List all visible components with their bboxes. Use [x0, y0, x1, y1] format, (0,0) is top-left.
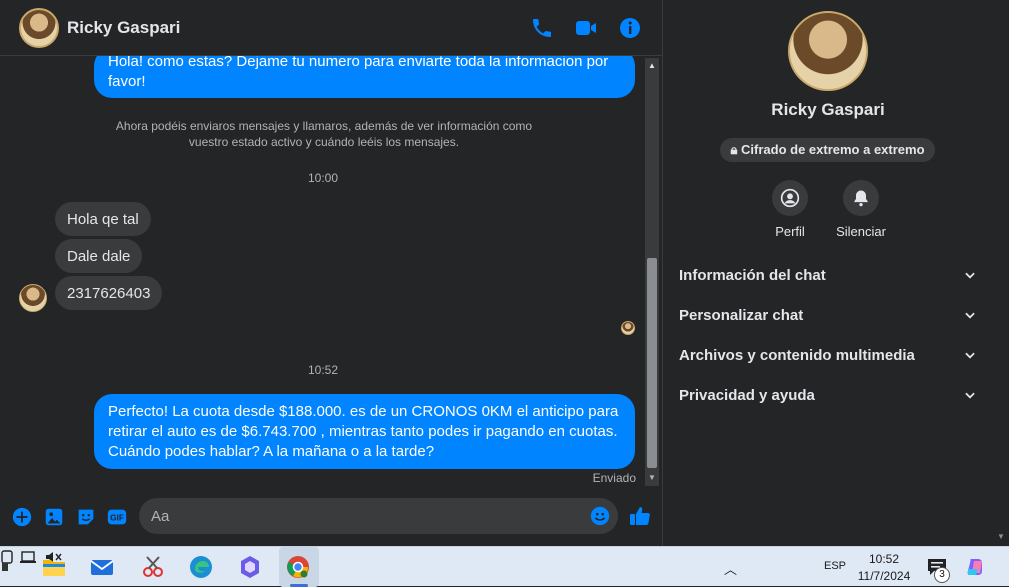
notification-count-badge: 3 — [934, 567, 950, 583]
scroll-down-arrow-icon[interactable]: ▼ — [993, 530, 1009, 544]
chevron-up-icon[interactable]: ︿ — [724, 559, 737, 578]
copilot-tray-icon[interactable] — [964, 555, 988, 579]
scroll-down-arrow-icon[interactable]: ▼ — [645, 470, 659, 486]
section-label: Archivos y contenido multimedia — [679, 346, 915, 364]
chat-panel: Ricky Gaspari Hola! como estas? Dejame t… — [0, 0, 662, 546]
file-explorer-icon[interactable] — [40, 553, 68, 581]
chevron-down-icon — [965, 392, 975, 399]
phone-icon[interactable] — [530, 16, 554, 40]
sent-status: Enviado — [592, 471, 636, 485]
chevron-down-icon — [965, 312, 975, 319]
profile-button[interactable]: Perfil — [754, 180, 826, 239]
snipping-tool-icon[interactable] — [139, 553, 167, 581]
network-icon — [20, 551, 36, 563]
language-indicator[interactable]: ESP — [824, 560, 846, 572]
scroll-up-arrow-icon[interactable]: ▲ — [645, 58, 659, 74]
edge-browser-icon[interactable] — [187, 553, 215, 581]
image-icon[interactable] — [43, 506, 65, 528]
profile-icon — [772, 180, 808, 216]
svg-text:GIF: GIF — [110, 514, 124, 523]
lock-icon: 🔒︎ — [730, 142, 738, 157]
section-label: Privacidad y ayuda — [679, 386, 815, 404]
chevron-down-icon — [965, 352, 975, 359]
contact-name[interactable]: Ricky Gaspari — [67, 18, 180, 38]
profile-label: Perfil — [775, 224, 805, 239]
timestamp: 10:52 — [307, 363, 339, 377]
sticker-icon[interactable] — [75, 506, 97, 528]
chat-header: Ricky Gaspari — [0, 0, 662, 56]
section-media-files[interactable]: Archivos y contenido multimedia — [679, 337, 977, 373]
message-list: Hola! como estas? Dejame tu numero para … — [0, 56, 646, 488]
scrollbar-thumb[interactable] — [647, 258, 657, 468]
chrome-browser-icon[interactable] — [284, 553, 312, 581]
incoming-message[interactable]: 2317626403 — [55, 276, 163, 310]
mail-icon[interactable] — [88, 553, 116, 581]
outgoing-message[interactable]: Perfecto! La cuota desde $188.000. es de… — [94, 394, 635, 469]
windows-taskbar: ︿ ESP 10:52 11/7/2024 3 — [0, 546, 1009, 587]
copilot-icon[interactable] — [236, 553, 264, 581]
clock-time[interactable]: 10:52 — [856, 552, 912, 566]
details-avatar[interactable] — [788, 11, 868, 91]
section-chat-info[interactable]: Información del chat — [679, 257, 977, 293]
sender-avatar — [19, 284, 47, 312]
bell-icon — [843, 180, 879, 216]
timestamp: 10:00 — [307, 171, 339, 185]
encryption-badge[interactable]: 🔒︎ Cifrado de extremo a extremo — [720, 138, 935, 162]
chat-details-panel: Ricky Gaspari 🔒︎ Cifrado de extremo a ex… — [663, 0, 993, 546]
gif-icon[interactable]: GIF — [106, 506, 128, 528]
message-input[interactable] — [139, 498, 618, 534]
seen-indicator-avatar — [621, 321, 635, 335]
incoming-message[interactable]: Dale dale — [55, 239, 143, 273]
mute-button[interactable]: Silenciar — [825, 180, 897, 239]
message-composer: GIF — [0, 492, 662, 546]
incoming-message[interactable]: Hola qe tal — [55, 202, 151, 236]
privacy-notice: Ahora podéis enviaros mensajes y llamaro… — [115, 119, 533, 149]
section-label: Información del chat — [679, 266, 826, 284]
outgoing-message[interactable]: Hola! como estas? Dejame tu numero para … — [94, 56, 635, 98]
messenger-window: Ricky Gaspari Hola! como estas? Dejame t… — [0, 0, 1009, 546]
mute-label: Silenciar — [836, 224, 886, 239]
contact-avatar[interactable] — [19, 8, 59, 48]
video-camera-icon[interactable] — [574, 16, 598, 40]
info-icon[interactable] — [618, 16, 642, 40]
details-contact-name: Ricky Gaspari — [771, 100, 885, 119]
chevron-down-icon — [965, 272, 975, 279]
clock-date[interactable]: 11/7/2024 — [852, 569, 916, 583]
section-label: Personalizar chat — [679, 306, 804, 324]
widgets-icon[interactable] — [0, 557, 10, 577]
section-customize-chat[interactable]: Personalizar chat — [679, 297, 977, 333]
thumbs-up-icon[interactable] — [628, 504, 652, 528]
plus-icon[interactable] — [11, 506, 33, 528]
page-scrollbar[interactable] — [993, 0, 1009, 546]
section-privacy-help[interactable]: Privacidad y ayuda — [679, 377, 977, 413]
encryption-label: Cifrado de extremo a extremo — [741, 142, 925, 157]
emoji-icon[interactable] — [589, 505, 611, 527]
